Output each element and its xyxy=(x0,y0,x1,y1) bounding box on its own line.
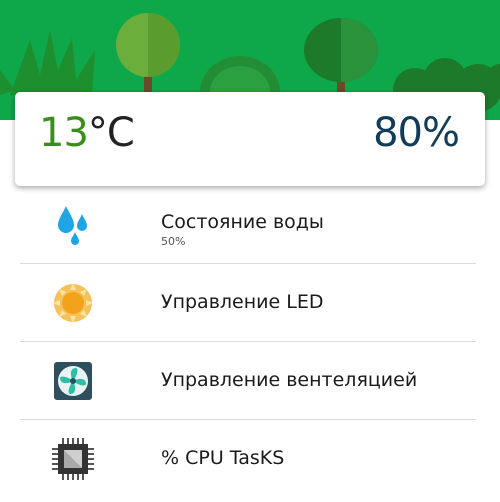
water-drops-icon xyxy=(58,206,87,245)
temperature-value: 13 xyxy=(39,110,89,156)
menu-item-led-control[interactable]: Управление LED xyxy=(20,264,476,342)
control-menu: Состояние воды 50% Управление LED Управл… xyxy=(20,186,476,497)
menu-item-label: Управление вентеляцией xyxy=(161,369,418,391)
temperature-unit: °C xyxy=(87,110,135,156)
fan-icon xyxy=(54,362,92,400)
cpu-chip-icon xyxy=(52,438,94,480)
sun-icon xyxy=(53,283,93,323)
temperature-readout: 13°C xyxy=(39,110,135,156)
menu-item-sublabel: 50% xyxy=(161,235,186,248)
menu-item-ventilation-control[interactable]: Управление вентеляцией xyxy=(20,342,476,420)
menu-item-label: % CPU TasKS xyxy=(161,447,285,469)
menu-item-label: Состояние воды xyxy=(161,211,324,233)
menu-item-cpu-tasks[interactable]: % CPU TasKS xyxy=(20,420,476,497)
humidity-readout: 80% xyxy=(373,110,460,156)
sensor-summary-card: 13°C 80% xyxy=(15,92,485,186)
menu-item-label: Управление LED xyxy=(161,291,324,313)
menu-item-water-status[interactable]: Состояние воды 50% xyxy=(20,186,476,264)
